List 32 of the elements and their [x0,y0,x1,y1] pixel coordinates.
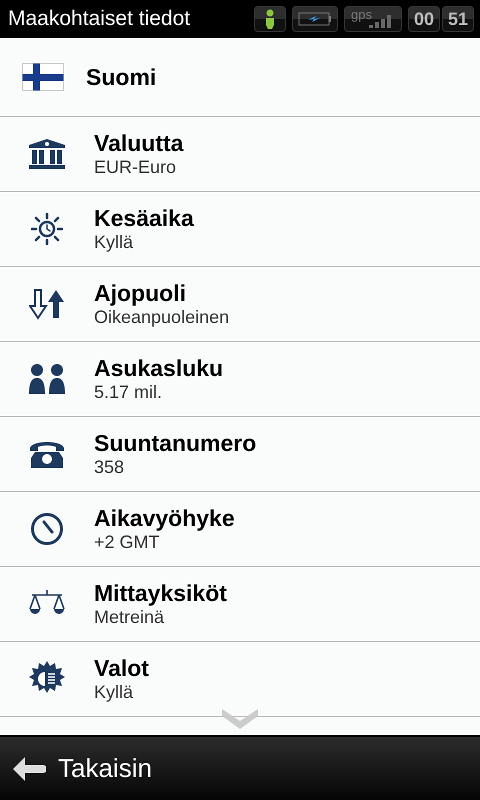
flag-icon [22,63,64,91]
battery-icon [292,6,338,32]
window-title: Maakohtaiset tiedot [8,7,192,31]
scroll-down-icon[interactable] [222,709,258,729]
info-value: Kyllä [94,231,134,253]
people-icon [28,364,66,394]
user-status-icon [254,6,286,32]
clock-icon [30,512,64,546]
country-name: Suomi [86,64,156,90]
info-value: Oikeanpuoleinen [94,306,230,328]
info-value: 358 [94,456,126,478]
info-label: Asukasluku [94,355,224,381]
info-label: Valot [94,655,149,681]
info-label: Kesäaika [94,205,194,231]
info-label: Suuntanumero [94,430,256,456]
telephone-icon [29,440,65,468]
info-label: Valuutta [94,130,184,156]
clock-minutes: 51 [442,6,474,32]
info-value: +2 GMT [94,531,161,553]
info-label: Mittayksiköt [94,580,227,606]
sun-icon [31,213,63,245]
arrows-icon [29,288,65,320]
info-value: Kyllä [94,681,134,703]
info-label: Ajopuoli [94,280,187,306]
back-arrow-icon [12,756,46,782]
clock-hours: 00 [408,6,440,32]
info-value: 5.17 mil. [94,381,164,403]
bank-icon [28,139,66,169]
info-value: Metreinä [94,606,166,628]
gps-label: gps [351,7,372,22]
info-value: EUR-Euro [94,156,178,178]
info-label: Aikavyöhyke [94,505,235,531]
